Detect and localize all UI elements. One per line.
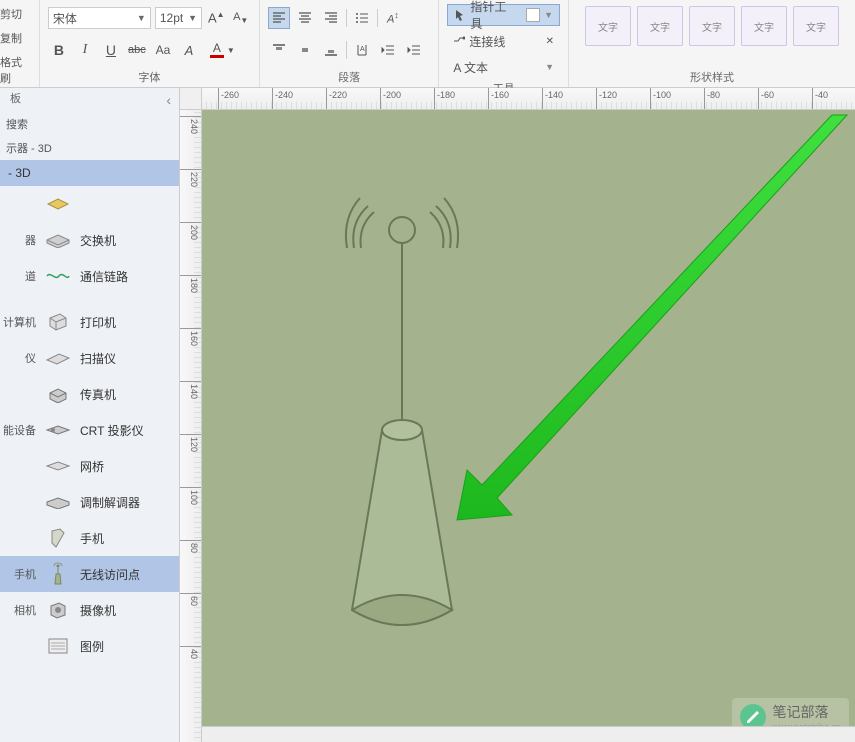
legend-icon <box>44 634 72 658</box>
green-arrow-annotation <box>452 110 852 530</box>
category-3d-displays[interactable]: 示器 - 3D <box>0 136 179 160</box>
stencil-camera[interactable]: 相机 摄像机 <box>0 592 179 628</box>
bridge-icon <box>44 454 72 478</box>
connector-tool-button[interactable]: 连接线 ✕ <box>447 30 560 52</box>
format-painter-button[interactable]: 格式刷 <box>0 52 31 88</box>
cut-button[interactable]: 剪切 <box>0 4 31 24</box>
stencil-legend[interactable]: 图例 <box>0 628 179 664</box>
scanner-icon <box>44 346 72 370</box>
ruler-vertical[interactable]: 240220200180160140120100806040 <box>180 110 202 742</box>
font-label: 字体 <box>48 67 251 87</box>
paragraph-group: A↕ A 段落 <box>260 0 439 87</box>
text-tool-button[interactable]: A 文本 ▼ <box>447 56 560 78</box>
stencil-fax[interactable]: 传真机 <box>0 376 179 412</box>
pointer-icon <box>454 9 466 21</box>
font-color-button[interactable]: A▼ <box>204 39 241 61</box>
shape-styles-group: 文字 文字 文字 文字 文字 形状样式 <box>569 0 855 87</box>
stencil-printer[interactable]: 计算机 打印机 <box>0 304 179 340</box>
shape-style-5[interactable]: 文字 <box>793 6 839 46</box>
connector-icon <box>453 35 465 47</box>
clear-format-button[interactable]: A <box>178 39 200 61</box>
main-area: ‹ 搜索 示器 - 3D - 3D 器 交换机 道 通信链路 计算机 <box>0 88 855 742</box>
phone-icon <box>44 526 72 550</box>
printer-icon <box>44 310 72 334</box>
shape-style-3[interactable]: 文字 <box>689 6 735 46</box>
text-direction-button[interactable]: A <box>351 39 373 61</box>
stencil-item-yellow[interactable] <box>0 186 179 222</box>
font-size-combo[interactable]: 12pt▼ <box>155 7 202 29</box>
ribbon: 剪切 复制 格式刷 板 宋体▼ 12pt▼ A▲ A▼ B I U abc Aa… <box>0 0 855 88</box>
stencil-bridge[interactable]: 网桥 <box>0 448 179 484</box>
paragraph-label: 段落 <box>268 67 430 87</box>
clipboard-group: 剪切 复制 格式刷 板 <box>0 0 40 87</box>
comm-link-icon <box>44 264 72 288</box>
stencil-phone[interactable]: 手机 <box>0 520 179 556</box>
ruler-horizontal[interactable]: -260-240-220-200-180-160-140-120-100-80-… <box>202 88 855 110</box>
shape-styles-label: 形状样式 <box>577 67 847 87</box>
search-label: 搜索 <box>0 112 179 136</box>
shape-style-1[interactable]: 文字 <box>585 6 631 46</box>
align-top-button[interactable] <box>268 39 290 61</box>
underline-button[interactable]: U <box>100 39 122 61</box>
align-left-button[interactable] <box>268 7 290 29</box>
decrease-indent-button[interactable] <box>377 39 399 61</box>
drawing-canvas[interactable]: 笔记部落 www.notetribe.cn <box>202 110 855 742</box>
fax-icon <box>44 382 72 406</box>
increase-font-button[interactable]: A▲ <box>206 7 226 29</box>
clear-paragraph-button[interactable]: A↕ <box>382 7 404 29</box>
svg-text:A: A <box>360 46 365 53</box>
stencil-modem[interactable]: 调制解调器 <box>0 484 179 520</box>
align-bottom-button[interactable] <box>320 39 342 61</box>
change-case-button[interactable]: Aa <box>152 39 174 61</box>
align-right-button[interactable] <box>320 7 342 29</box>
align-center-button[interactable] <box>294 7 316 29</box>
tools-group: 指针工具 ▼ 连接线 ✕ A 文本 ▼ 工具 <box>439 0 569 87</box>
clipboard-label: 板 <box>0 88 31 108</box>
stencil-wireless-ap[interactable]: 手机 无线访问点 <box>0 556 179 592</box>
ruler-corner <box>180 88 202 110</box>
font-family-combo[interactable]: 宋体▼ <box>48 7 151 29</box>
strikethrough-button[interactable]: abc <box>126 39 148 61</box>
projector-icon <box>44 418 72 442</box>
stencil-scanner[interactable]: 仪 扫描仪 <box>0 340 179 376</box>
align-middle-button[interactable] <box>294 39 316 61</box>
bullets-button[interactable] <box>351 7 373 29</box>
italic-button[interactable]: I <box>74 39 96 61</box>
shape-style-2[interactable]: 文字 <box>637 6 683 46</box>
category-3d-header[interactable]: - 3D <box>0 160 179 186</box>
pointer-tool-button[interactable]: 指针工具 ▼ <box>447 4 560 26</box>
copy-button[interactable]: 复制 <box>0 28 31 48</box>
camera-icon <box>44 598 72 622</box>
pointer-color-swatch[interactable] <box>526 8 540 22</box>
font-group: 宋体▼ 12pt▼ A▲ A▼ B I U abc Aa A A▼ 字体 <box>40 0 260 87</box>
increase-indent-button[interactable] <box>403 39 425 61</box>
horizontal-scrollbar[interactable] <box>202 726 855 742</box>
stencil-list: 器 交换机 道 通信链路 计算机 打印机 仪 扫描仪 <box>0 186 179 664</box>
shape-style-4[interactable]: 文字 <box>741 6 787 46</box>
canvas-area: -260-240-220-200-180-160-140-120-100-80-… <box>180 88 855 742</box>
stencil-comm-link[interactable]: 道 通信链路 <box>0 258 179 294</box>
shapes-panel: ‹ 搜索 示器 - 3D - 3D 器 交换机 道 通信链路 计算机 <box>0 88 180 742</box>
stencil-switch[interactable]: 器 交换机 <box>0 222 179 258</box>
switch-icon <box>44 228 72 252</box>
shape-gallery: 文字 文字 文字 文字 文字 <box>577 4 847 67</box>
modem-icon <box>44 490 72 514</box>
wireless-ap-icon <box>44 562 72 586</box>
decrease-font-button[interactable]: A▼ <box>230 7 250 29</box>
stencil-crt-projector[interactable]: 能设备 CRT 投影仪 <box>0 412 179 448</box>
bold-button[interactable]: B <box>48 39 70 61</box>
